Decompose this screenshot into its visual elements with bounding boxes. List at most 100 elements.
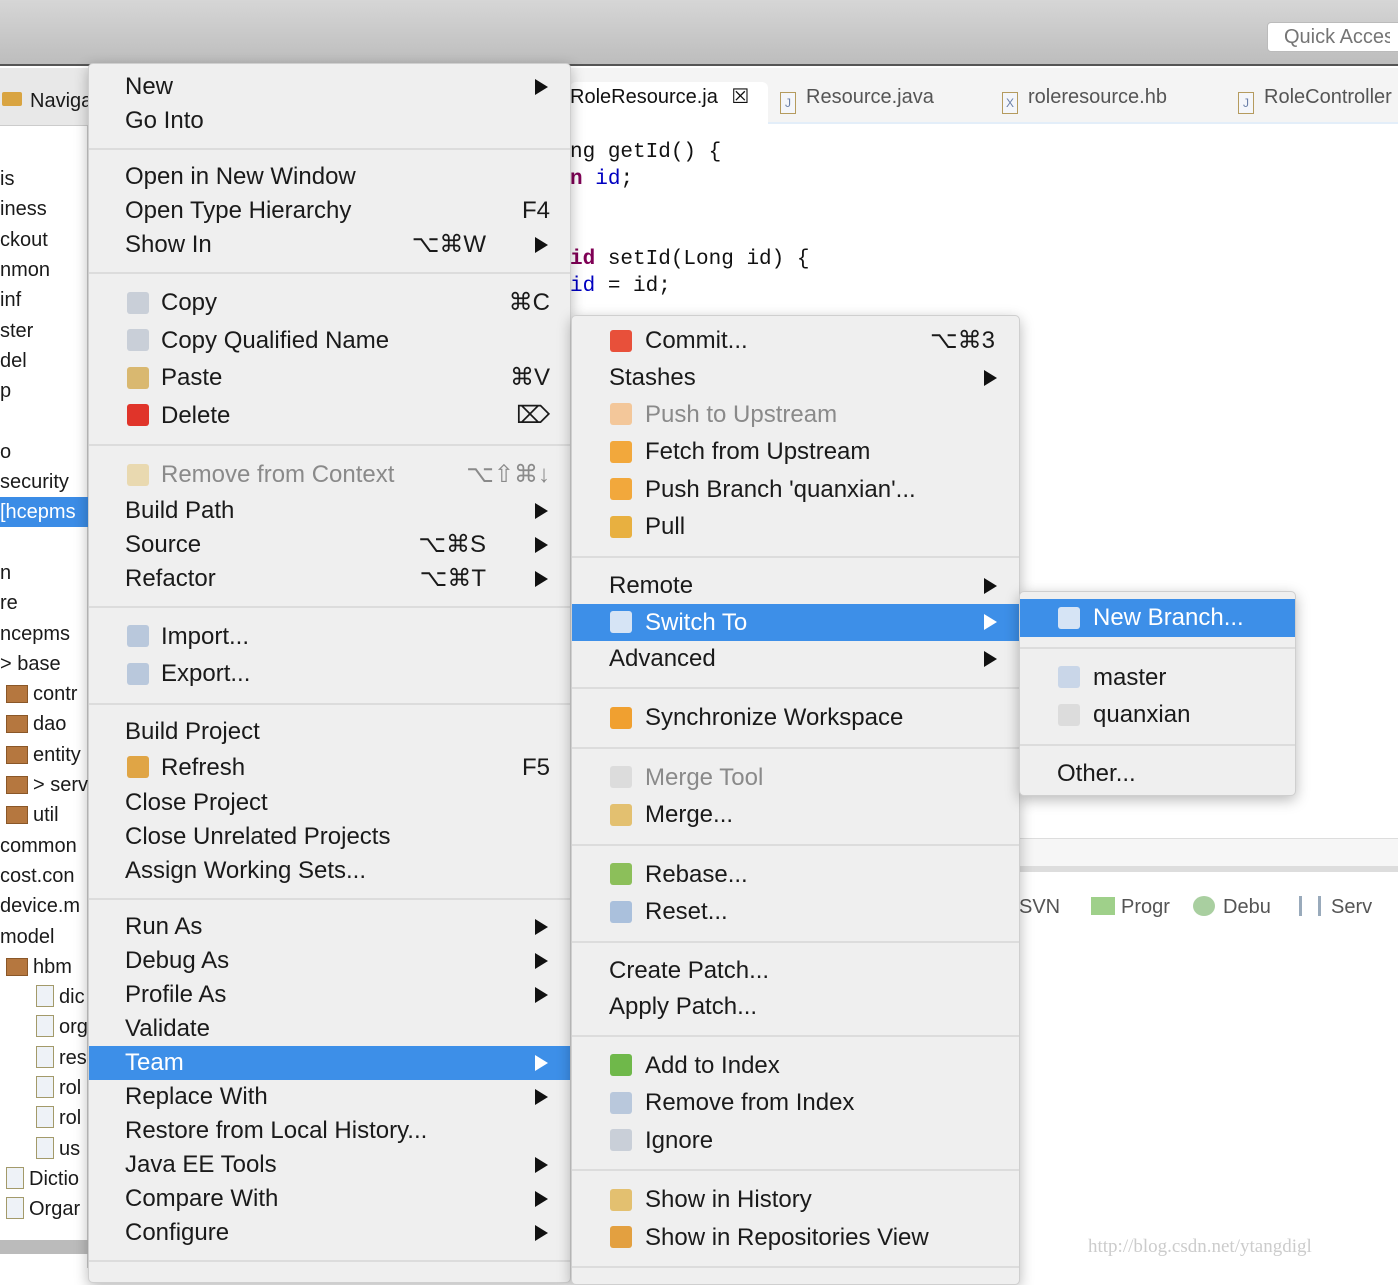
- tree-item[interactable]: device.m: [0, 891, 88, 921]
- tree-item[interactable]: p: [0, 376, 88, 406]
- menu-item-open-in-new-window[interactable]: Open in New Window: [89, 160, 570, 194]
- tab-servers[interactable]: Serv: [1299, 896, 1372, 919]
- menu-item-debug-as[interactable]: Debug As: [89, 944, 570, 978]
- tab-progress[interactable]: Progr: [1091, 896, 1170, 919]
- tree-item[interactable]: util: [0, 800, 88, 830]
- tab-resource-java[interactable]: J Resource.java: [780, 82, 934, 124]
- menu-item-create-patch[interactable]: Create Patch...: [572, 953, 1019, 989]
- menu-item-go-into[interactable]: Go Into: [89, 104, 570, 138]
- tab-debug[interactable]: Debu: [1193, 896, 1271, 919]
- menu-item-merge-tool[interactable]: Merge Tool: [572, 759, 1019, 797]
- tree-item[interactable]: hbm: [0, 952, 88, 982]
- tree-item[interactable]: is: [0, 164, 88, 194]
- menu-item-delete[interactable]: Delete ⌦: [89, 397, 570, 435]
- menu-item-copy[interactable]: Copy ⌘C: [89, 284, 570, 322]
- menu-item-remove-from-index[interactable]: Remove from Index: [572, 1084, 1019, 1122]
- tree-item[interactable]: nmon: [0, 255, 88, 285]
- menu-item-pull[interactable]: Pull: [572, 508, 1019, 546]
- menu-item-copy-qualified-name[interactable]: Copy Qualified Name: [89, 322, 570, 360]
- tab-roleresource-hbm[interactable]: Xroleresource.hb: [1002, 82, 1167, 124]
- menu-item-source[interactable]: Source ⌥⌘S: [89, 528, 570, 562]
- menu-item-show-in-repositories-view[interactable]: Show in Repositories View: [572, 1219, 1019, 1257]
- menu-item-switch-to[interactable]: Switch To: [572, 603, 1019, 641]
- menu-item-new-branch[interactable]: New Branch...: [1020, 599, 1295, 637]
- tree-item[interactable]: org: [0, 1012, 88, 1042]
- tab-roleresource-java[interactable]: RoleResource.ja ☒: [570, 82, 768, 124]
- tree-item[interactable]: dic: [0, 982, 88, 1012]
- editor-horizontal-scrollbar[interactable]: [1019, 838, 1398, 872]
- menu-item-advanced[interactable]: Advanced: [572, 641, 1019, 677]
- tree-item[interactable]: o: [0, 437, 88, 467]
- navigator-scrollbar[interactable]: [0, 1240, 88, 1254]
- tree-item[interactable]: us: [0, 1134, 88, 1164]
- menu-item-paste[interactable]: Paste ⌘V: [89, 359, 570, 397]
- menu-item-apply-patch[interactable]: Apply Patch...: [572, 989, 1019, 1025]
- menu-item-replace-with[interactable]: Replace With: [89, 1080, 570, 1114]
- menu-item-configure[interactable]: Configure: [89, 1216, 570, 1250]
- tab-navigator[interactable]: Navigator: [0, 68, 88, 126]
- menu-item-ignore[interactable]: Ignore: [572, 1122, 1019, 1160]
- tab-svn[interactable]: SVN: [1019, 896, 1060, 919]
- tree-item[interactable]: contr: [0, 679, 88, 709]
- menu-item-rebase[interactable]: Rebase...: [572, 856, 1019, 894]
- tree-item[interactable]: > base: [0, 649, 88, 679]
- menu-item-compare-with[interactable]: Compare With: [89, 1182, 570, 1216]
- menu-item-close-unrelated-projects[interactable]: Close Unrelated Projects: [89, 820, 570, 854]
- menu-item-merge[interactable]: Merge...: [572, 796, 1019, 834]
- menu-item-show-in[interactable]: Show In ⌥⌘W: [89, 228, 570, 262]
- menu-item-push-branch-quanxian[interactable]: Push Branch 'quanxian'...: [572, 471, 1019, 509]
- tree-item[interactable]: Orgar: [0, 1194, 88, 1224]
- tree-item[interactable]: > serv: [0, 770, 88, 800]
- tree-item[interactable]: model: [0, 922, 88, 952]
- menu-item-restore-from-local-history[interactable]: Restore from Local History...: [89, 1114, 570, 1148]
- tree-item[interactable]: [0, 406, 88, 436]
- tree-item[interactable]: security: [0, 467, 88, 497]
- tree-item[interactable]: [hcepms: [0, 497, 88, 528]
- menu-item-synchronize-workspace[interactable]: Synchronize Workspace: [572, 699, 1019, 737]
- menu-item-stashes[interactable]: Stashes: [572, 360, 1019, 396]
- menu-item-other[interactable]: Other...: [1020, 756, 1295, 792]
- close-icon[interactable]: ☒: [731, 86, 749, 108]
- tree-item[interactable]: dao: [0, 709, 88, 739]
- menu-item-java-ee-tools[interactable]: Java EE Tools: [89, 1148, 570, 1182]
- tree-item[interactable]: del: [0, 346, 88, 376]
- tree-item[interactable]: rol: [0, 1103, 88, 1133]
- menu-item-new[interactable]: New: [89, 70, 570, 104]
- tree-item[interactable]: ncepms: [0, 619, 88, 649]
- menu-item-team[interactable]: Team: [89, 1046, 570, 1080]
- tab-rolecontroller[interactable]: J RoleController: [1238, 82, 1392, 124]
- menu-item-build-path[interactable]: Build Path: [89, 494, 570, 528]
- menu-item-push-to-upstream[interactable]: Push to Upstream: [572, 396, 1019, 434]
- tree-item[interactable]: inf: [0, 285, 88, 315]
- menu-item-master[interactable]: master: [1020, 659, 1295, 697]
- tree-item[interactable]: Dictio: [0, 1164, 88, 1194]
- menu-item-validate[interactable]: Validate: [89, 1012, 570, 1046]
- menu-item-open-type-hierarchy[interactable]: Open Type Hierarchy F4: [89, 194, 570, 228]
- menu-item-refresh[interactable]: Refresh F5: [89, 749, 570, 787]
- menu-item-build-project[interactable]: Build Project: [89, 715, 570, 749]
- tree-item[interactable]: cost.con: [0, 861, 88, 891]
- menu-item-import[interactable]: Import...: [89, 618, 570, 656]
- tree-item[interactable]: rol: [0, 1073, 88, 1103]
- menu-item-close-project[interactable]: Close Project: [89, 786, 570, 820]
- menu-item-fetch-from-upstream[interactable]: Fetch from Upstream: [572, 433, 1019, 471]
- menu-item-profile-as[interactable]: Profile As: [89, 978, 570, 1012]
- menu-item-remote[interactable]: Remote: [572, 568, 1019, 604]
- menu-item-export[interactable]: Export...: [89, 655, 570, 693]
- tree-item[interactable]: iness: [0, 194, 88, 224]
- menu-item-show-in-history[interactable]: Show in History: [572, 1181, 1019, 1219]
- tree-item[interactable]: re: [0, 588, 88, 618]
- tree-item[interactable]: ckout: [0, 225, 88, 255]
- tree-item[interactable]: ster: [0, 316, 88, 346]
- menu-item-quanxian[interactable]: quanxian: [1020, 696, 1295, 734]
- tree-item[interactable]: entity: [0, 740, 88, 770]
- quick-access-input[interactable]: [1267, 22, 1398, 52]
- menu-item-assign-working-sets[interactable]: Assign Working Sets...: [89, 854, 570, 888]
- tree-item[interactable]: [0, 528, 88, 558]
- menu-item-add-to-index[interactable]: Add to Index: [572, 1047, 1019, 1085]
- tree-item[interactable]: n: [0, 558, 88, 588]
- menu-item-remove-from-context[interactable]: Remove from Context ⌥⇧⌘↓: [89, 456, 570, 494]
- tree-item[interactable]: res: [0, 1043, 88, 1073]
- menu-item-refactor[interactable]: Refactor ⌥⌘T: [89, 562, 570, 596]
- tree-item[interactable]: common: [0, 831, 88, 861]
